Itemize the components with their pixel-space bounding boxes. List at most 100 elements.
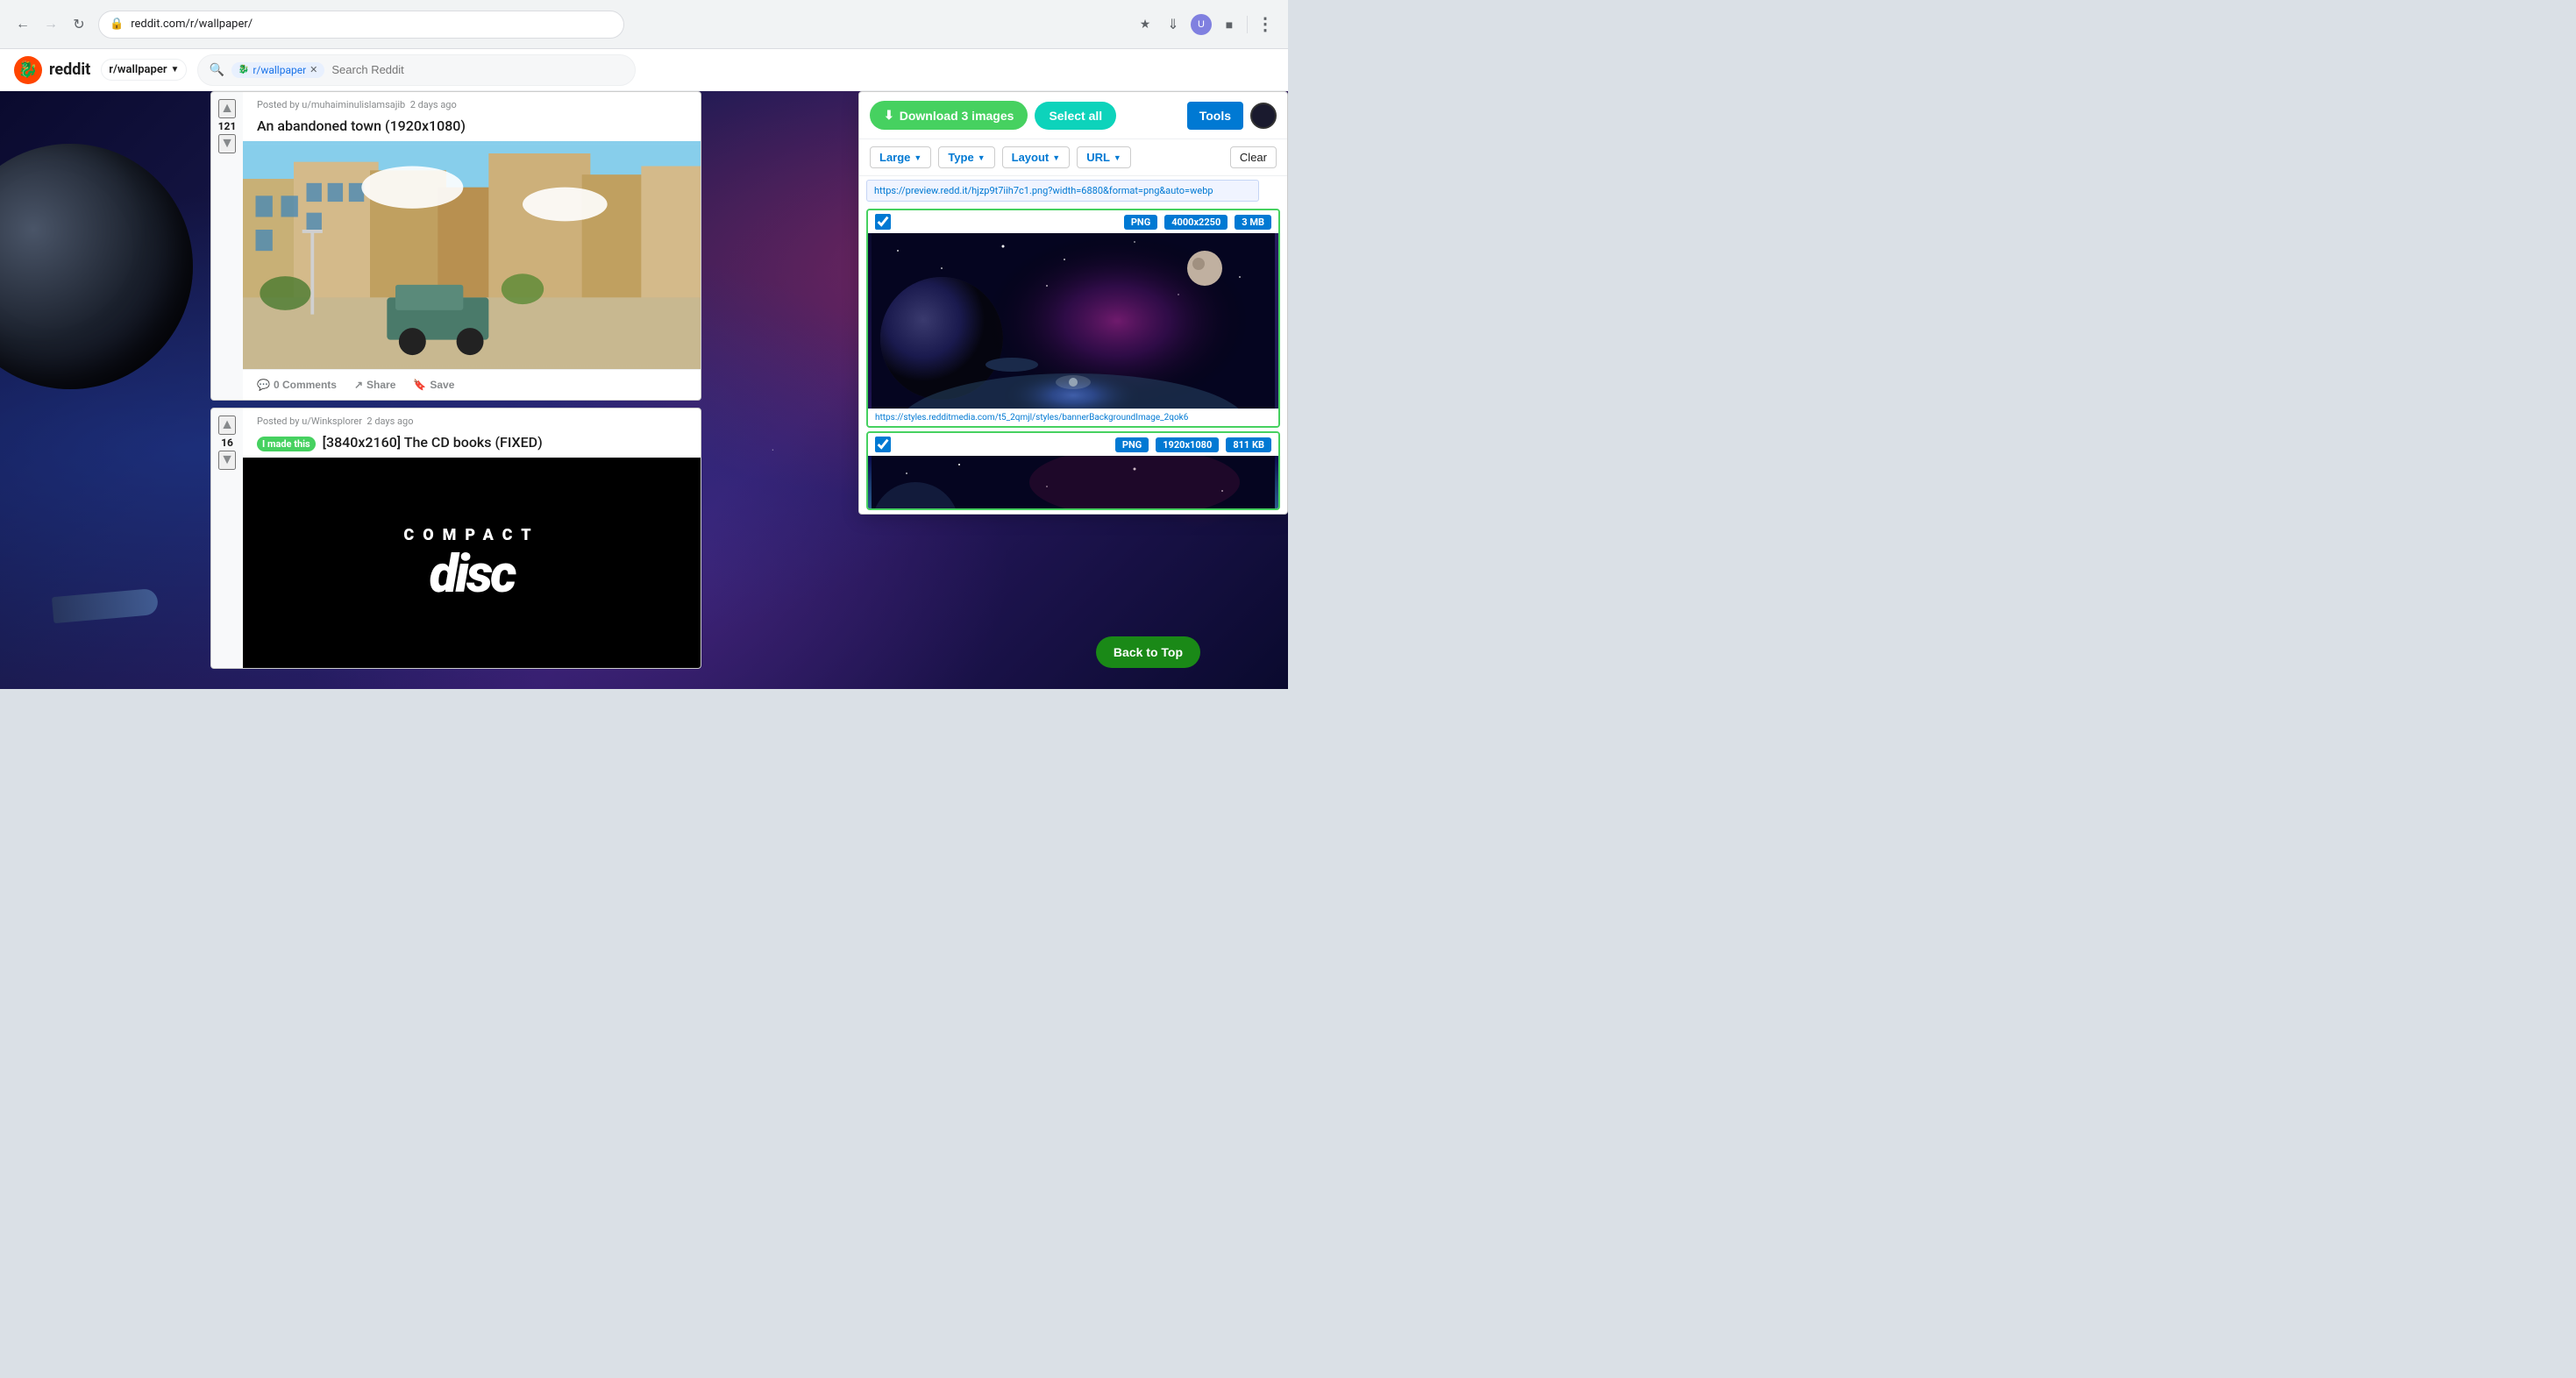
comments-label-1: 0 Comments xyxy=(274,379,337,391)
post-author-1: u/muhaiminulislamsajib xyxy=(302,99,405,110)
clear-label: Clear xyxy=(1240,151,1267,164)
layout-filter-label: Layout xyxy=(1012,151,1050,164)
image-preview-space-1 xyxy=(868,233,1278,408)
subreddit-name: r/wallpaper xyxy=(109,63,167,76)
post-abandoned-town: ▲ 121 ▼ Posted by u/muhaiminulislamsajib… xyxy=(210,91,701,401)
search-bar: 🔍 🐉 r/wallpaper ✕ xyxy=(197,54,636,86)
image-item-header-1: PNG 4000x2250 3 MB xyxy=(868,210,1278,233)
reddit-logo: 🐉 reddit xyxy=(14,56,90,84)
downvote-btn-2[interactable]: ▼ xyxy=(218,451,236,470)
post-age-2: 2 days ago xyxy=(366,416,413,427)
downloader-header: ⬇ Download 3 images Select all Tools xyxy=(859,92,1287,139)
downloader-panel: ⬇ Download 3 images Select all Tools Lar… xyxy=(858,91,1288,515)
type-filter-btn[interactable]: Type ▼ xyxy=(938,146,994,168)
main-content: ▲ 121 ▼ Posted by u/muhaiminulislamsajib… xyxy=(0,91,1288,689)
downloader-filters: Large ▼ Type ▼ Layout ▼ URL ▼ Clear xyxy=(859,139,1287,176)
search-tag-icon: 🐉 xyxy=(238,65,249,75)
url-filter-btn[interactable]: URL ▼ xyxy=(1077,146,1131,168)
reddit-icon: 🐉 xyxy=(14,56,42,84)
share-btn-1[interactable]: ↗ Share xyxy=(347,373,402,396)
clear-button[interactable]: Clear xyxy=(1230,146,1277,168)
comments-btn-1[interactable]: 💬 0 Comments xyxy=(250,373,344,396)
address-bar[interactable]: 🔒 reddit.com/r/wallpaper/ xyxy=(98,11,624,39)
select-all-button[interactable]: Select all xyxy=(1035,102,1116,130)
vote-count-2: 16 xyxy=(221,437,233,449)
post-body-1: Posted by u/muhaiminulislamsajib 2 days … xyxy=(243,92,701,400)
reddit-toolbar: 🐉 reddit r/wallpaper ▼ 🔍 🐉 r/wallpaper ✕ xyxy=(0,49,1288,91)
vote-count-1: 121 xyxy=(218,120,237,132)
layout-filter-btn[interactable]: Layout ▼ xyxy=(1002,146,1071,168)
post-header-1: Posted by u/muhaiminulislamsajib 2 days … xyxy=(243,92,701,114)
search-tag: 🐉 r/wallpaper ✕ xyxy=(231,62,325,78)
post-title-1: An abandoned town (1920x1080) xyxy=(243,114,701,141)
size-badge-1: 3 MB xyxy=(1235,215,1271,230)
url-field-container: https://preview.redd.it/hjzp9t7iih7c1.pn… xyxy=(859,176,1287,205)
image-url-bar-1: https://styles.redditmedia.com/t5_2qmjl/… xyxy=(868,408,1278,426)
image-item-header-2: PNG 1920x1080 811 KB xyxy=(868,433,1278,456)
comment-icon-1: 💬 xyxy=(257,379,270,391)
download-label: Download 3 images xyxy=(900,109,1014,123)
reddit-brand: reddit xyxy=(49,60,90,79)
post-title-2: I made this [3840x2160] The CD books (FI… xyxy=(243,430,701,458)
vote-sidebar-2: ▲ 16 ▼ xyxy=(211,408,243,668)
url-field[interactable]: https://preview.redd.it/hjzp9t7iih7c1.pn… xyxy=(866,180,1259,202)
download-images-button[interactable]: ⬇ Download 3 images xyxy=(870,101,1028,130)
nav-buttons: ← → ↻ xyxy=(11,12,91,37)
forward-button[interactable]: → xyxy=(39,12,63,37)
url-filter-label: URL xyxy=(1086,151,1110,164)
post-cd-books: ▲ 16 ▼ Posted by u/Winksplorer 2 days ag… xyxy=(210,408,701,669)
type-filter-label: Type xyxy=(948,151,973,164)
post-age-1: 2 days ago xyxy=(410,99,457,110)
size-filter-chevron: ▼ xyxy=(914,153,922,162)
reload-button[interactable]: ↻ xyxy=(67,12,91,37)
upvote-btn-2[interactable]: ▲ xyxy=(218,416,236,435)
search-tag-close[interactable]: ✕ xyxy=(310,64,317,75)
extension-btn[interactable]: ■ xyxy=(1217,12,1242,37)
abandoned-town-svg xyxy=(243,141,701,369)
back-to-top-label: Back to Top xyxy=(1114,645,1183,659)
browser-icons: ★ ⇓ U ■ ⋮ xyxy=(1133,12,1277,37)
post-header-2: Posted by u/Winksplorer 2 days ago xyxy=(243,408,701,430)
lock-icon: 🔒 xyxy=(110,18,124,31)
user-avatar-circle xyxy=(1250,103,1277,129)
download-manager-icon[interactable]: ⇓ xyxy=(1161,12,1185,37)
subreddit-selector[interactable]: r/wallpaper ▼ xyxy=(101,59,187,81)
image-checkbox-2[interactable] xyxy=(875,437,891,452)
image-checkbox-1[interactable] xyxy=(875,214,891,230)
share-icon-1: ↗ xyxy=(354,379,363,391)
profile-circle[interactable]: U xyxy=(1189,12,1213,37)
image-item-2: PNG 1920x1080 811 KB xyxy=(866,431,1280,510)
image-item-1: PNG 4000x2250 3 MB xyxy=(866,209,1280,428)
search-tag-label: r/wallpaper xyxy=(253,64,306,76)
layout-filter-chevron: ▼ xyxy=(1052,153,1060,162)
url-filter-chevron: ▼ xyxy=(1114,153,1121,162)
back-button[interactable]: ← xyxy=(11,12,35,37)
abandoned-town-image xyxy=(243,141,701,369)
cd-image: COMPACT disc xyxy=(243,458,701,668)
downvote-btn-1[interactable]: ▼ xyxy=(218,134,236,153)
post-body-2: Posted by u/Winksplorer 2 days ago I mad… xyxy=(243,408,701,668)
format-badge-2: PNG xyxy=(1115,437,1149,452)
space-preview-svg-2 xyxy=(868,456,1278,508)
made-this-badge: I made this xyxy=(257,437,316,451)
search-icon: 🔍 xyxy=(209,63,224,77)
back-to-top-button[interactable]: Back to Top xyxy=(1096,636,1200,668)
download-arrow-icon: ⬇ xyxy=(884,108,894,123)
chevron-down-icon: ▼ xyxy=(171,65,180,75)
upvote-btn-1[interactable]: ▲ xyxy=(218,99,236,118)
tools-button[interactable]: Tools xyxy=(1187,102,1243,130)
dimensions-badge-2: 1920x1080 xyxy=(1156,437,1219,452)
bookmark-icon[interactable]: ★ xyxy=(1133,12,1157,37)
format-badge-1: PNG xyxy=(1124,215,1157,230)
menu-btn[interactable]: ⋮ xyxy=(1253,12,1277,37)
type-filter-chevron: ▼ xyxy=(978,153,986,162)
post-actions-1: 💬 0 Comments ↗ Share 🔖 Save xyxy=(243,369,701,400)
save-btn-1[interactable]: 🔖 Save xyxy=(406,373,461,396)
vote-sidebar-1: ▲ 121 ▼ xyxy=(211,92,243,400)
dimensions-badge-1: 4000x2250 xyxy=(1164,215,1228,230)
post-author-2: u/Winksplorer xyxy=(302,416,362,427)
space-preview-svg-1 xyxy=(868,233,1278,408)
size-filter-btn[interactable]: Large ▼ xyxy=(870,146,931,168)
search-input[interactable] xyxy=(331,63,624,76)
size-badge-2: 811 KB xyxy=(1226,437,1271,452)
